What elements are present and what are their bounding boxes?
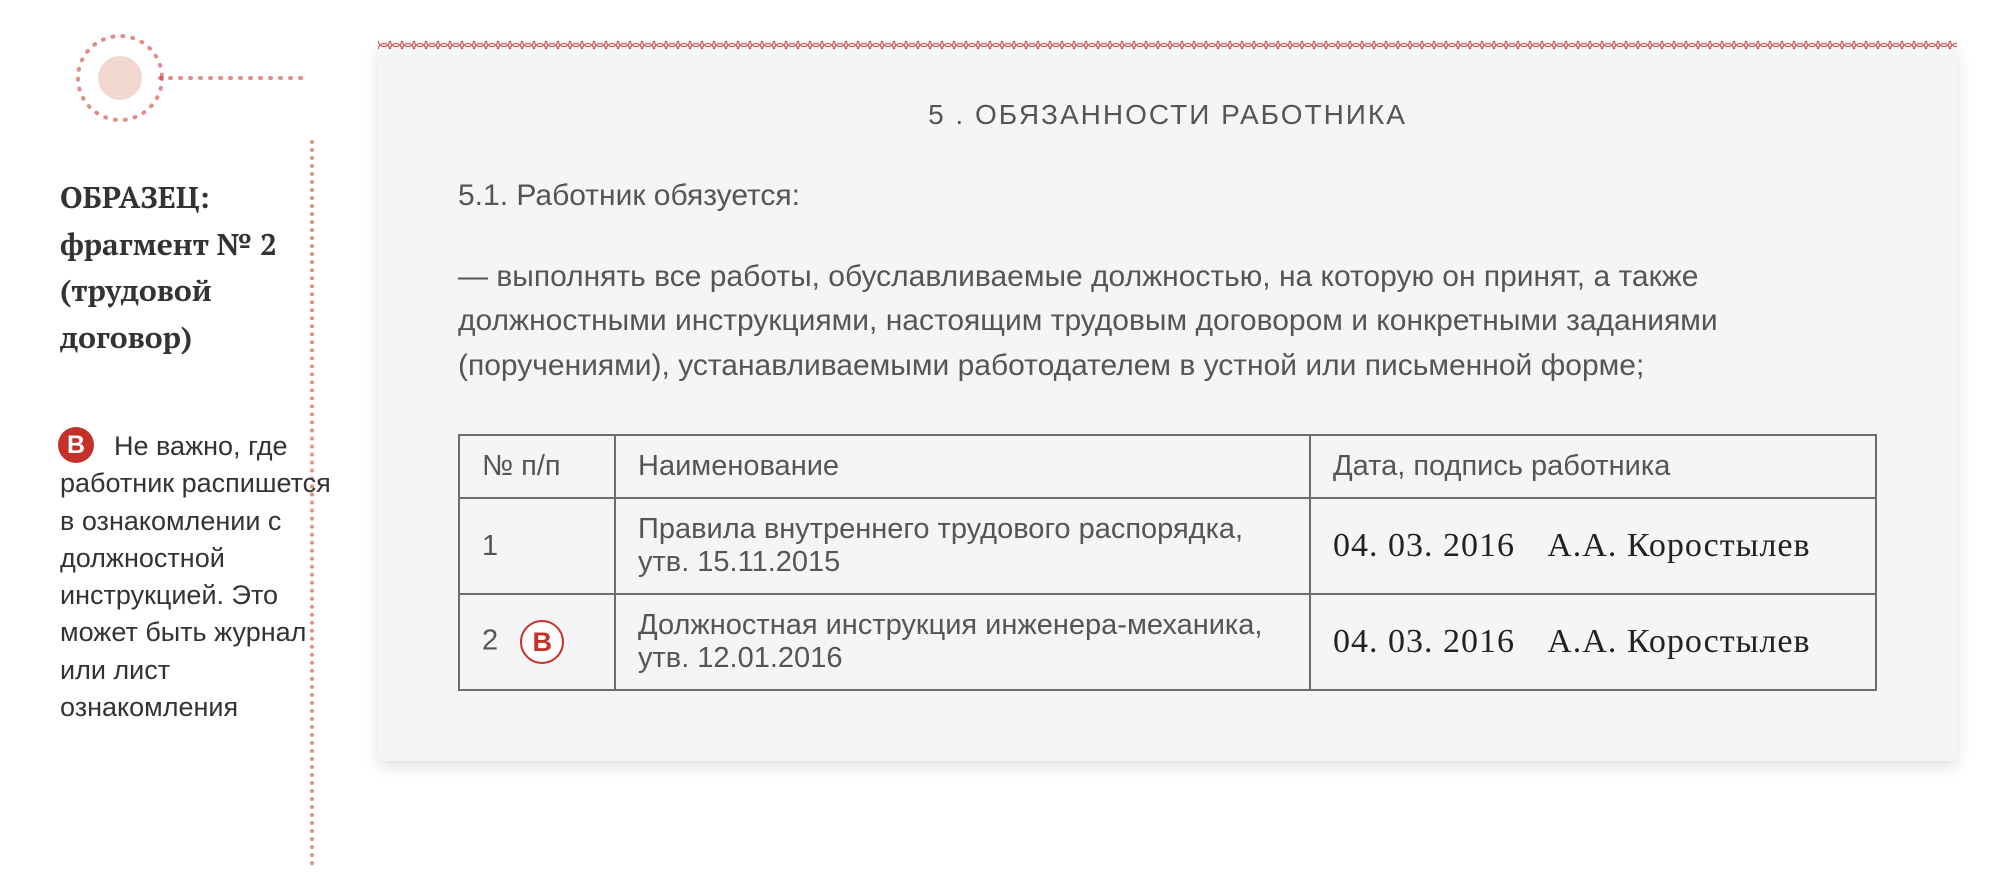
clause-body: — выполнять все работы, обуславливаемые …: [458, 255, 1877, 388]
note-marker-badge: В: [58, 427, 94, 463]
section-heading: 5 . ОБЯЗАННОСТИ РАБОТНИКА: [458, 99, 1877, 131]
row-number: 2: [482, 625, 498, 657]
hand-signature: А.А. Коростылев: [1547, 527, 1810, 564]
cell-sign: 04. 03. 2016 А.А. Коростылев: [1310, 594, 1876, 690]
document-panel: 5 . ОБЯЗАННОСТИ РАБОТНИКА 5.1. Работник …: [378, 44, 1957, 761]
sample-title: ОБРАЗЕЦ: фрагмент № 2 (трудовой договор): [60, 174, 340, 360]
sidebar: ОБРАЗЕЦ: фрагмент № 2 (трудовой договор)…: [60, 44, 340, 726]
table-row: 2 В Должностная инструкция инженера-меха…: [459, 594, 1876, 690]
clause-lead: 5.1. Работник обязуется:: [458, 179, 1877, 213]
inline-marker-badge: В: [520, 620, 564, 664]
table-header-row: № п/п Наименование Дата, подпись работни…: [459, 435, 1876, 498]
hand-date: 04. 03. 2016: [1333, 527, 1515, 564]
sidebar-note: В Не важно, где работ­ник распишется в о…: [60, 428, 340, 726]
hand-date: 04. 03. 2016: [1333, 623, 1515, 660]
cell-sign: 04. 03. 2016 А.А. Коростылев: [1310, 498, 1876, 594]
note-text: Не важно, где работ­ник распишется в озн…: [60, 428, 340, 726]
cell-num: 2 В: [459, 594, 615, 690]
sample-title-line3: (трудовой договор): [60, 267, 340, 360]
cell-name: Правила внутреннего трудового рас­порядк…: [615, 498, 1310, 594]
sample-title-line1: ОБРАЗЕЦ:: [60, 174, 340, 221]
acknowledgement-table: № п/п Наименование Дата, подпись работни…: [458, 434, 1877, 691]
table-row: 1 Правила внутреннего трудового рас­поря…: [459, 498, 1876, 594]
col-name: Наименование: [615, 435, 1310, 498]
cell-num: 1: [459, 498, 615, 594]
sample-title-line2: фрагмент № 2: [60, 221, 340, 268]
col-num: № п/п: [459, 435, 615, 498]
hand-signature: А.А. Коростылев: [1547, 623, 1810, 660]
col-sign: Дата, подпись работника: [1310, 435, 1876, 498]
cell-name: Должностная инструкция инженера-механика…: [615, 594, 1310, 690]
